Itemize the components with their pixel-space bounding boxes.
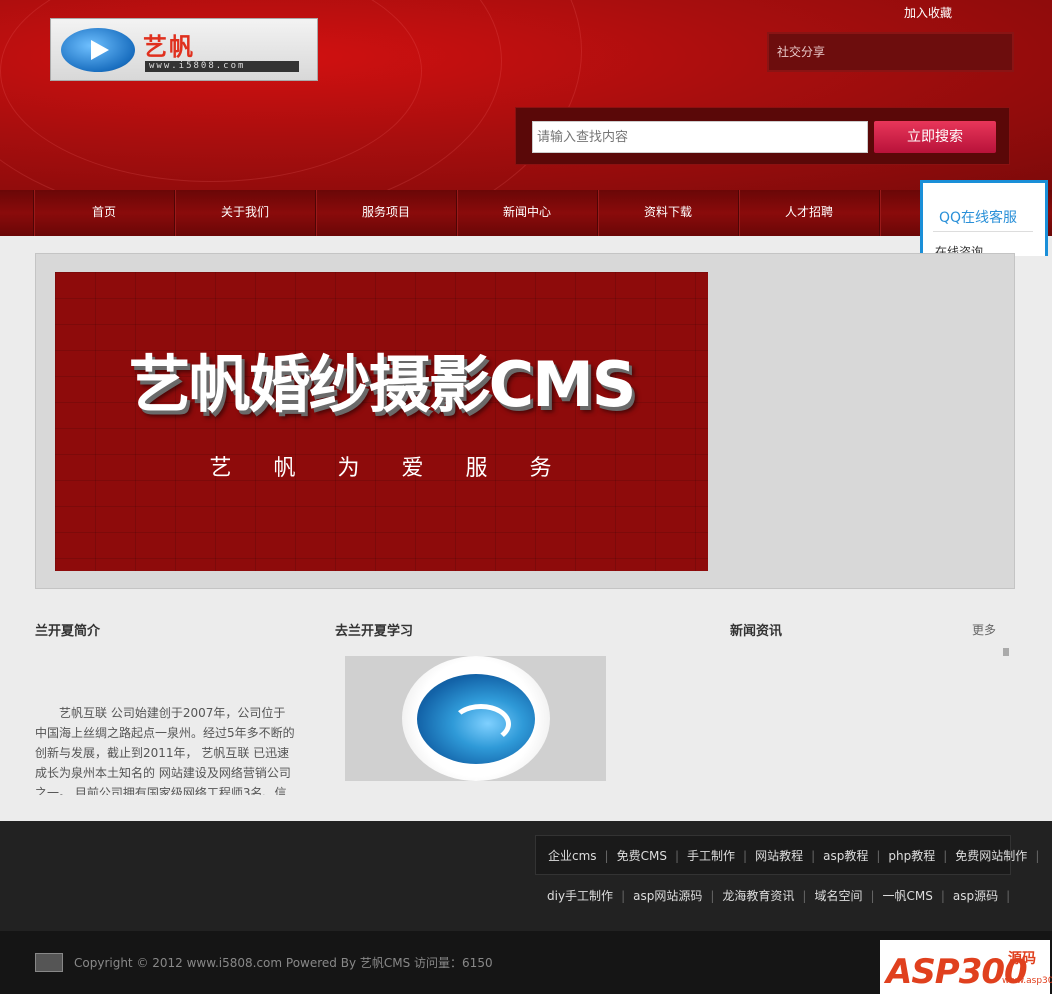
link-separator: | — [940, 888, 945, 903]
copyright-text: Copyright © 2012 www.i5808.com Powered B… — [74, 956, 493, 970]
qq-panel-title: QQ在线客服 — [939, 210, 1018, 226]
footer-links-row-2: diy手工制作 | asp网站源码 | 龙海教育资讯 | 域名空间 | 一帆CMS | a… — [535, 880, 1011, 910]
logo-url-text: www.i5808.com — [145, 61, 299, 72]
link-separator: | — [1006, 888, 1011, 903]
study-image[interactable] — [345, 656, 606, 781]
nav-item-news[interactable]: 新闻中心 — [456, 190, 597, 236]
footer-link[interactable]: 一帆CMS — [883, 887, 933, 904]
link-separator: | — [943, 848, 948, 863]
banner-headline: 艺帆婚纱摄影CMS — [128, 348, 637, 421]
study-section-title[interactable]: 去兰开夏学习 — [335, 620, 413, 639]
add-favorite-link[interactable]: 加入收藏 — [904, 4, 952, 21]
link-separator: | — [710, 888, 715, 903]
link-separator: | — [802, 888, 807, 903]
site-logo[interactable]: 艺帆 www.i5808.com — [50, 18, 318, 81]
link-separator: | — [621, 888, 626, 903]
banner-image[interactable]: 艺帆婚纱摄影CMS 艺帆为爱服务 — [55, 272, 708, 571]
footer-link[interactable]: asp源码 — [953, 887, 998, 904]
logo-brand-text: 艺帆 — [143, 33, 195, 61]
logo-play-icon — [61, 28, 135, 72]
asp300-badge-text: ASP300 — [886, 952, 1028, 992]
search-input[interactable] — [532, 121, 868, 153]
footer-link[interactable]: php教程 — [888, 847, 935, 864]
link-separator: | — [604, 848, 609, 863]
footer-link[interactable]: 域名空间 — [814, 887, 862, 904]
link-separator: | — [1035, 848, 1040, 863]
main-nav: 首页 关于我们 服务项目 新闻中心 资料下载 人才招聘 — [0, 190, 1052, 236]
asp300-badge[interactable]: ASP300 源码 www.asp300.com — [880, 940, 1055, 994]
footer-link[interactable]: 龙海教育资讯 — [722, 887, 794, 904]
footer-link[interactable]: asp教程 — [823, 847, 868, 864]
news-section-title[interactable]: 新闻资讯 — [730, 620, 782, 639]
search-bar: 立即搜索 — [515, 107, 1010, 165]
link-separator: | — [811, 848, 816, 863]
asp300-badge-url: www.asp300.com — [1002, 976, 1055, 986]
footer-link[interactable]: diy手工制作 — [547, 887, 613, 904]
nav-item-downloads[interactable]: 资料下载 — [597, 190, 738, 236]
social-share-box[interactable]: 社交分享 — [767, 32, 1014, 72]
news-more-link[interactable]: 更多 — [972, 621, 996, 638]
link-separator: | — [876, 848, 881, 863]
swirl-logo-icon — [417, 674, 535, 764]
link-separator: | — [870, 888, 875, 903]
site-header: 艺帆 www.i5808.com 加入收藏 社交分享 立即搜索 — [0, 0, 1052, 190]
qq-service-panel: QQ在线客服 在线咨询 — [920, 180, 1048, 259]
footer-link[interactable]: 企业cms — [548, 847, 597, 864]
nav-item-services[interactable]: 服务项目 — [315, 190, 456, 236]
link-separator: | — [743, 848, 748, 863]
nav-item-jobs[interactable]: 人才招聘 — [738, 190, 879, 236]
nav-divider — [879, 190, 920, 236]
news-arrow-icon — [1003, 648, 1009, 656]
footer-link[interactable]: 免费网站制作 — [955, 847, 1027, 864]
intro-text: 艺帆互联 公司始建创于2007年，公司位于中国海上丝绸之路起点一泉州。经过5年多… — [35, 706, 295, 795]
footer-links-row-1: 企业cms | 免费CMS | 手工制作 | 网站教程 | asp教程 | php教程 | … — [535, 835, 1039, 875]
nav-item-home[interactable]: 首页 — [33, 190, 174, 236]
intro-section-title[interactable]: 兰开夏简介 — [35, 620, 100, 639]
footer-link[interactable]: 手工制作 — [687, 847, 735, 864]
nav-item-about[interactable]: 关于我们 — [174, 190, 315, 236]
footer-link[interactable]: 免费CMS — [617, 847, 667, 864]
asp300-badge-suffix: 源码 — [1008, 951, 1036, 967]
phone-icon — [35, 953, 63, 972]
search-button[interactable]: 立即搜索 — [874, 121, 996, 153]
footer-link[interactable]: 网站教程 — [755, 847, 803, 864]
footer-link[interactable]: asp网站源码 — [633, 887, 702, 904]
link-separator: | — [674, 848, 679, 863]
banner-tagline: 艺帆为爱服务 — [209, 456, 594, 481]
qq-panel-divider — [933, 231, 1033, 232]
